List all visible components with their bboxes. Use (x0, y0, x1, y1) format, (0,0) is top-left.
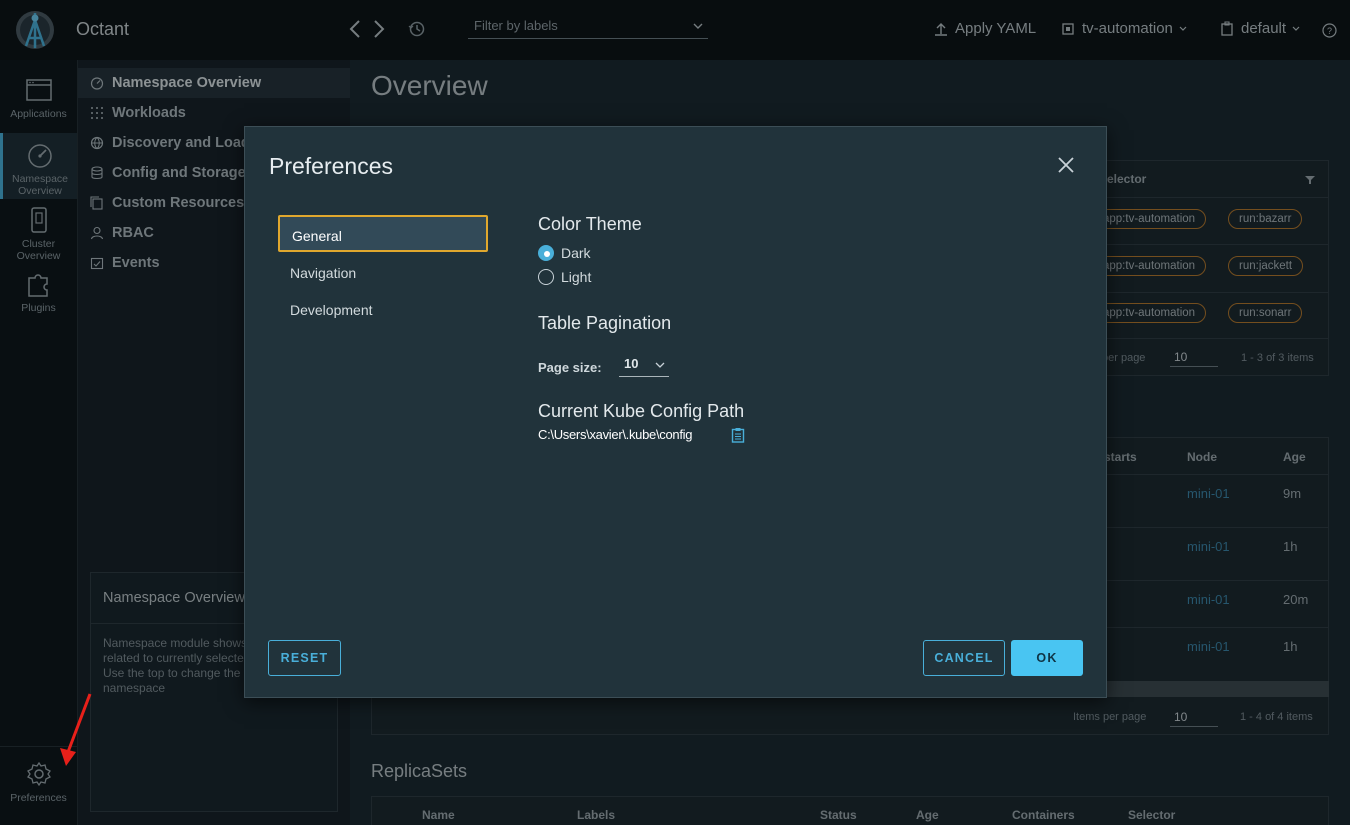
ok-button[interactable]: OK (1011, 640, 1083, 676)
chevron-down-icon (655, 362, 665, 368)
page-size-label: Page size: (538, 360, 602, 375)
tab-development[interactable]: Development (278, 291, 488, 328)
tab-general[interactable]: General (278, 215, 488, 252)
reset-button[interactable]: RESET (268, 640, 341, 676)
clipboard-icon[interactable] (731, 427, 745, 443)
preferences-dialog: Preferences General Navigation Developme… (244, 126, 1107, 698)
dialog-title: Preferences (269, 153, 394, 179)
color-theme-heading: Color Theme (538, 214, 642, 234)
kube-config-path: C:\Users\xavier\.kube\config (538, 427, 693, 442)
radio-unselected-icon (538, 269, 554, 285)
radio-label: Dark (561, 245, 591, 261)
tab-navigation[interactable]: Navigation (278, 254, 488, 291)
page-size-value: 10 (624, 356, 639, 371)
annotation-arrow-icon (60, 693, 92, 766)
theme-dark-radio[interactable]: Dark (538, 245, 591, 261)
close-icon[interactable] (1056, 155, 1076, 175)
page-size-select[interactable]: 10 (619, 353, 669, 377)
theme-light-radio[interactable]: Light (538, 269, 591, 285)
kube-config-heading: Current Kube Config Path (538, 401, 745, 421)
radio-label: Light (561, 269, 592, 285)
cancel-button[interactable]: CANCEL (923, 640, 1005, 676)
table-pagination-heading: Table Pagination (538, 313, 672, 333)
radio-selected-icon (538, 245, 554, 261)
